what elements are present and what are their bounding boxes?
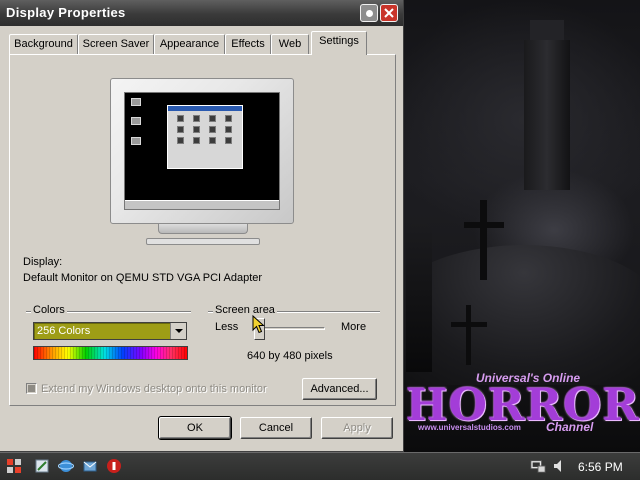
window-title: Display Properties [6, 5, 126, 20]
tab-settings[interactable]: Settings [311, 31, 367, 55]
taskbar-clock: 6:56 PM [578, 460, 623, 474]
screen-resolution: 640 by 480 pixels [247, 350, 333, 362]
checkmark-icon [28, 385, 35, 392]
media-player-icon[interactable] [106, 458, 122, 474]
title-bar[interactable]: Display Properties [0, 0, 403, 26]
desktop-icon [131, 137, 141, 145]
preview-window-icons [172, 115, 236, 144]
preview-file-icon [224, 137, 232, 144]
close-button[interactable] [380, 4, 398, 22]
preview-file-icon [224, 126, 232, 133]
preview-file-icon [208, 126, 216, 133]
cancel-button[interactable]: Cancel [240, 417, 312, 439]
preview-window-title [168, 106, 242, 111]
preview-file-icon [192, 115, 200, 122]
preview-file-icon [208, 137, 216, 144]
colors-dropdown[interactable]: 256 Colors [33, 322, 187, 340]
extend-desktop-checkbox[interactable] [26, 383, 37, 394]
tab-effects[interactable]: Effects [225, 34, 271, 54]
screen-area-more-label: More [341, 321, 367, 333]
screen-area-less-label: Less [215, 321, 239, 333]
internet-explorer-icon[interactable] [58, 458, 74, 474]
help-icon [365, 9, 373, 17]
extend-desktop-label: Extend my Windows desktop onto this moni… [41, 383, 267, 395]
mouse-cursor-icon [252, 315, 265, 334]
display-device: Default Monitor on QEMU STD VGA PCI Adap… [23, 272, 263, 284]
preview-file-icon [176, 137, 184, 144]
ok-button[interactable]: OK [158, 416, 232, 440]
wallpaper-brand-url: www.universalstudios.com [418, 423, 521, 432]
help-button[interactable] [360, 4, 378, 22]
screen-area-group-label: Screen area [213, 304, 277, 316]
display-settings-icon[interactable] [530, 458, 546, 474]
start-icon[interactable] [6, 458, 22, 474]
preview-file-icon [176, 126, 184, 133]
colors-group-label: Colors [31, 304, 67, 316]
monitor-screen [124, 92, 280, 210]
wallpaper-cross [464, 222, 504, 228]
monitor-base [146, 238, 260, 245]
taskbar: 6:56 PM [0, 452, 640, 480]
preview-window [167, 105, 243, 169]
wallpaper-castle-tower [524, 40, 570, 190]
tab-screen-saver[interactable]: Screen Saver [78, 34, 154, 54]
desktop-wallpaper: Universal's Online HORROR www.universals… [404, 0, 640, 452]
notepad-icon[interactable] [34, 458, 50, 474]
color-spectrum-preview [33, 346, 188, 360]
volume-icon[interactable] [552, 458, 568, 474]
tab-appearance[interactable]: Appearance [154, 34, 225, 54]
chevron-down-icon [174, 328, 183, 333]
colors-dropdown-button[interactable] [170, 323, 186, 339]
wallpaper-cross [480, 200, 487, 280]
advanced-button[interactable]: Advanced... [302, 378, 377, 400]
wallpaper-figure [406, 222, 432, 372]
close-icon [384, 8, 394, 18]
apply-button: Apply [321, 417, 393, 439]
preview-taskbar [125, 200, 279, 209]
desktop-icon [131, 117, 141, 125]
outlook-express-icon[interactable] [82, 458, 98, 474]
desktop-icon [131, 98, 141, 106]
wallpaper-brand-sub: Channel [546, 420, 594, 434]
tab-web[interactable]: Web [271, 34, 309, 54]
display-heading: Display: [23, 256, 63, 268]
tab-background[interactable]: Background [9, 34, 78, 54]
preview-file-icon [192, 126, 200, 133]
preview-file-icon [208, 115, 216, 122]
wallpaper-cross [466, 305, 471, 365]
monitor-stand [158, 224, 248, 234]
wallpaper-cross [451, 322, 487, 327]
preview-file-icon [224, 115, 232, 122]
display-properties-dialog: Display Properties Background Screen Sav… [0, 0, 404, 452]
preview-file-icon [192, 137, 200, 144]
preview-file-icon [176, 115, 184, 122]
colors-dropdown-value: 256 Colors [37, 325, 91, 337]
wallpaper-graveyard-hill [404, 245, 640, 385]
